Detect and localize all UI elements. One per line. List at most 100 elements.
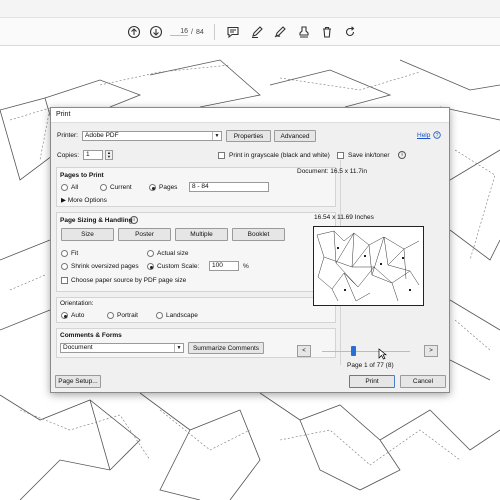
save-ink-label: Save ink/toner: [348, 152, 390, 159]
app-top-strip: [0, 0, 500, 18]
current-page-label: Current: [110, 184, 132, 191]
draw-button[interactable]: [272, 24, 288, 40]
arrow-down-circle-icon: [149, 25, 163, 39]
page-sizing-panel: Page Sizing & Handling i Size Poster Mul…: [56, 212, 336, 292]
comments-forms-heading: Comments & Forms: [60, 332, 122, 339]
more-options-toggle[interactable]: ▶ More Options: [61, 196, 107, 204]
orientation-portrait-label: Portrait: [117, 312, 138, 319]
custom-scale-input[interactable]: 100: [209, 261, 239, 271]
size-button[interactable]: Size: [61, 228, 114, 241]
cancel-button[interactable]: Cancel: [400, 375, 446, 388]
dialog-titlebar[interactable]: Print: [51, 108, 449, 123]
dialog-title: Print: [56, 111, 71, 118]
percent-label: %: [243, 263, 249, 270]
draw-icon: [274, 26, 286, 38]
paper-source-checkbox[interactable]: [61, 277, 68, 284]
page-indicator: 16 / 84: [170, 26, 214, 38]
sizing-info-icon[interactable]: i: [130, 216, 138, 224]
mouse-cursor-icon: [378, 348, 387, 360]
info-icon[interactable]: i: [398, 151, 406, 159]
print-preview: [313, 226, 424, 306]
fit-radio[interactable]: [61, 250, 68, 257]
poster-button[interactable]: Poster: [118, 228, 171, 241]
all-pages-label: All: [71, 184, 79, 191]
page-up-button[interactable]: [126, 24, 142, 40]
document-size-label: Document: 16.5 x 11.7in: [297, 168, 367, 175]
fit-label: Fit: [71, 250, 79, 257]
printer-value: Adobe PDF: [85, 132, 119, 139]
grayscale-checkbox[interactable]: [218, 152, 225, 159]
orientation-auto-label: Auto: [71, 312, 85, 319]
print-dialog: Print Printer: Adobe PDF ▼ Properties Ad…: [50, 107, 450, 393]
pen-icon: [252, 26, 263, 38]
pages-to-print-panel: Pages to Print All Current Pages 8 - 84 …: [56, 167, 336, 207]
page-down-button[interactable]: [148, 24, 164, 40]
preview-thumbnail: [316, 230, 420, 302]
slider-track: [322, 351, 410, 352]
copies-stepper[interactable]: ▲ ▼: [105, 150, 113, 160]
page-separator: /: [191, 28, 193, 36]
pages-range-radio[interactable]: [149, 184, 156, 191]
page-setup-button[interactable]: Page Setup...: [55, 375, 101, 388]
delete-button[interactable]: [319, 24, 335, 40]
paper-source-label: Choose paper source by PDF page size: [71, 277, 187, 284]
comment-button[interactable]: [225, 24, 241, 40]
comments-forms-panel: Comments & Forms Document ▼ Summarize Co…: [56, 328, 336, 358]
printer-label: Printer:: [57, 132, 78, 139]
chevron-down-icon: ▼: [174, 344, 183, 352]
orientation-heading: Orientation:: [60, 300, 94, 307]
custom-scale-label: Custom Scale:: [157, 263, 200, 270]
booklet-button[interactable]: Booklet: [232, 228, 285, 241]
multiple-button[interactable]: Multiple: [175, 228, 228, 241]
orientation-landscape-radio[interactable]: [156, 312, 163, 319]
triangle-right-icon: ▶: [61, 197, 68, 204]
stamp-icon: [299, 26, 309, 38]
actual-size-radio[interactable]: [147, 250, 154, 257]
properties-button[interactable]: Properties: [226, 130, 271, 142]
printer-select[interactable]: Adobe PDF ▼: [82, 131, 222, 141]
orientation-landscape-label: Landscape: [166, 312, 198, 319]
comment-icon: [227, 26, 239, 39]
arrow-up-circle-icon: [127, 25, 141, 39]
help-link[interactable]: Help: [417, 132, 430, 139]
comments-forms-value: Document: [63, 344, 93, 351]
preview-page-slider[interactable]: [322, 346, 410, 356]
preview-prev-button[interactable]: <: [297, 345, 311, 357]
pages-range-label: Pages: [159, 184, 178, 191]
orientation-panel: Orientation: Auto Portrait Landscape: [56, 297, 336, 323]
toolbar-divider: [214, 24, 215, 40]
pages-range-input[interactable]: 8 - 84: [189, 182, 269, 192]
all-pages-radio[interactable]: [61, 184, 68, 191]
print-button[interactable]: Print: [349, 375, 395, 388]
pages-to-print-heading: Pages to Print: [60, 172, 104, 179]
shrink-oversized-label: Shrink oversized pages: [71, 263, 139, 270]
slider-thumb[interactable]: [351, 346, 356, 356]
preview-page-status: Page 1 of 77 (8): [347, 362, 394, 369]
shrink-oversized-radio[interactable]: [61, 263, 68, 270]
paper-size-label: 16.54 x 11.69 Inches: [314, 214, 374, 221]
orientation-auto-radio[interactable]: [61, 312, 68, 319]
highlight-button[interactable]: [249, 24, 265, 40]
custom-scale-radio[interactable]: [147, 263, 154, 270]
orientation-portrait-radio[interactable]: [107, 312, 114, 319]
summarize-comments-button[interactable]: Summarize Comments: [188, 342, 264, 354]
more-options-label: More Options: [67, 197, 107, 204]
chevron-down-icon: ▼: [212, 132, 221, 140]
current-page-radio[interactable]: [100, 184, 107, 191]
svg-text:?: ?: [436, 133, 439, 139]
preview-next-button[interactable]: >: [424, 345, 438, 357]
copies-label: Copies:: [57, 152, 80, 159]
pdf-toolbar: 16 / 84: [0, 18, 500, 46]
help-icon[interactable]: ?: [433, 131, 441, 139]
redo-button[interactable]: [342, 24, 358, 40]
current-page-input[interactable]: 16: [170, 28, 188, 36]
actual-size-label: Actual size: [157, 250, 189, 257]
redo-icon: [345, 26, 355, 37]
save-ink-checkbox[interactable]: [337, 152, 344, 159]
advanced-button[interactable]: Advanced: [274, 130, 316, 142]
page-sizing-heading: Page Sizing & Handling: [60, 217, 133, 224]
comments-forms-select[interactable]: Document ▼: [60, 343, 184, 353]
stamp-button[interactable]: [296, 24, 312, 40]
copies-input[interactable]: 1: [83, 150, 103, 160]
grayscale-label: Print in grayscale (black and white): [229, 152, 330, 159]
